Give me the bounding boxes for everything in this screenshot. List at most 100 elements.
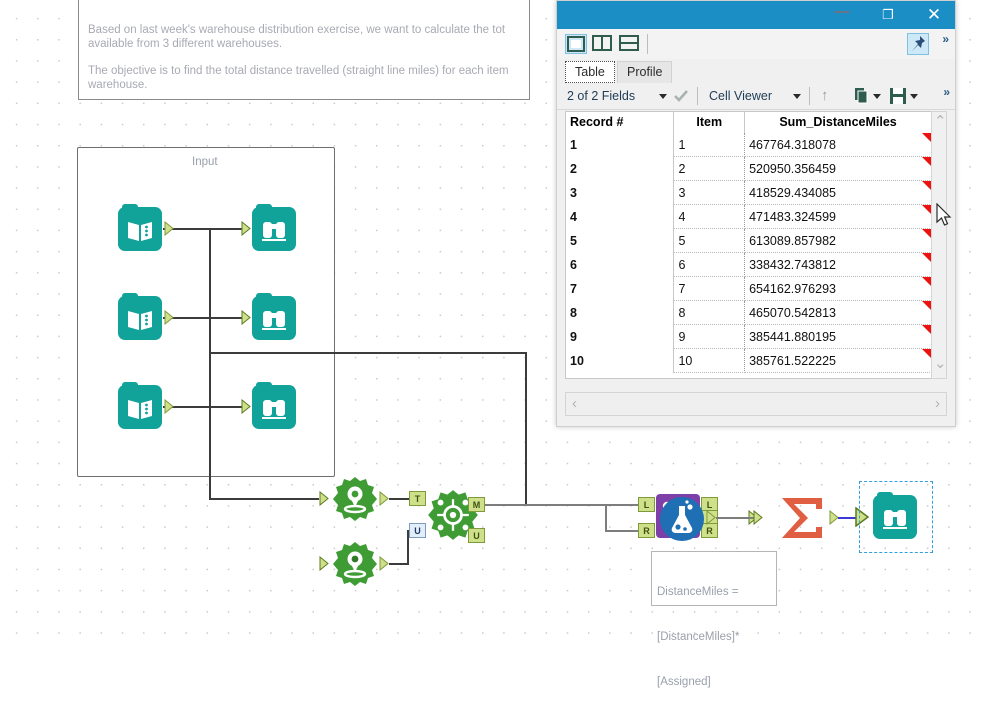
layout-vertical-split-button[interactable] (591, 34, 613, 54)
column-header-record[interactable]: Record # (566, 112, 675, 133)
cell-record[interactable]: 7 (566, 276, 675, 301)
cell-record[interactable]: 1 (566, 133, 675, 157)
cell-item[interactable]: 7 (673, 276, 746, 301)
create-points-tool-2[interactable] (332, 541, 378, 592)
input-data-tool-1-output-anchor[interactable] (164, 221, 175, 236)
cell-item[interactable]: 8 (673, 300, 746, 325)
cell-record[interactable]: 8 (566, 300, 675, 325)
cell-item[interactable]: 6 (673, 252, 746, 277)
table-row[interactable]: 6 6 338432.743812 (566, 252, 932, 277)
fields-selector-label[interactable]: 2 of 2 Fields (567, 83, 635, 109)
tab-table[interactable]: Table (565, 61, 615, 83)
browse-tool-3-input-anchor[interactable] (241, 399, 252, 414)
table-row[interactable]: 3 3 418529.434085 (566, 180, 932, 205)
cell-item[interactable]: 10 (673, 348, 746, 373)
save-caret-icon[interactable] (910, 94, 918, 99)
fields-selector-caret-icon[interactable] (659, 94, 667, 99)
create-points-tool-2-input-anchor[interactable] (319, 556, 330, 571)
cell-sum-distance[interactable]: 613089.857982 (744, 228, 932, 253)
cell-item[interactable]: 4 (673, 204, 746, 229)
cell-item[interactable]: 9 (673, 324, 746, 349)
table-row[interactable]: 8 8 465070.542813 (566, 300, 932, 325)
browse-tool-2-input-anchor[interactable] (241, 310, 252, 325)
formula-tool-icon[interactable] (659, 496, 705, 547)
column-header-item[interactable]: Item (673, 112, 746, 133)
results-window-titlebar[interactable]: — ❐ ✕ (557, 1, 955, 29)
table-row[interactable]: 2 2 520950.356459 (566, 156, 932, 181)
cell-sum-distance[interactable]: 338432.743812 (744, 252, 932, 277)
input-data-tool-3[interactable] (118, 382, 162, 429)
browse-tool-1[interactable] (252, 204, 296, 251)
layout-single-button[interactable] (565, 34, 587, 54)
cell-record[interactable]: 4 (566, 204, 675, 229)
join-input-l[interactable]: L (638, 497, 655, 512)
scroll-up-arrow-icon[interactable]: ⌃ (934, 112, 947, 130)
table-row[interactable]: 10 10 385761.522225 (566, 348, 932, 373)
maximize-button[interactable]: ❐ (865, 1, 911, 29)
results-window[interactable]: — ❐ ✕ » Table Profile 2 of 2 Fields Cell… (556, 0, 956, 427)
input-data-tool-2-output-anchor[interactable] (164, 310, 175, 325)
browse-tool-3[interactable] (252, 382, 296, 429)
table-row[interactable]: 5 5 613089.857982 (566, 228, 932, 253)
iconbar-overflow-button[interactable]: » (942, 32, 949, 46)
cell-sum-distance[interactable]: 385761.522225 (744, 348, 932, 373)
cell-sum-distance[interactable]: 418529.434085 (744, 180, 932, 205)
summarize-tool-input-anchor[interactable] (753, 510, 764, 525)
scroll-right-arrow-icon[interactable]: › (935, 395, 940, 412)
close-button[interactable]: ✕ (911, 1, 957, 29)
input-data-tool-3-output-anchor[interactable] (164, 399, 175, 414)
copy-icon[interactable] (853, 87, 871, 105)
browse-tool-final[interactable] (873, 492, 917, 539)
create-points-tool-1-input-anchor[interactable] (319, 491, 330, 506)
cell-record[interactable]: 9 (566, 324, 675, 349)
cell-record[interactable]: 2 (566, 156, 675, 181)
find-nearest-output-m[interactable]: M (468, 497, 485, 512)
checkmark-icon[interactable] (673, 89, 689, 103)
cell-viewer-caret-icon[interactable] (793, 94, 801, 99)
cell-item[interactable]: 3 (673, 180, 746, 205)
minimize-button[interactable]: — (819, 1, 865, 29)
toolbar-overflow-button[interactable]: » (943, 85, 950, 99)
cell-item[interactable]: 2 (673, 156, 746, 181)
find-nearest-input-u[interactable]: U (409, 523, 426, 538)
summarize-tool[interactable] (778, 495, 826, 546)
find-nearest-input-t[interactable]: T (409, 491, 426, 506)
browse-tool-2[interactable] (252, 293, 296, 340)
browse-tool-1-input-anchor[interactable] (241, 221, 252, 236)
copy-caret-icon[interactable] (873, 94, 881, 99)
cell-record[interactable]: 3 (566, 180, 675, 205)
results-table[interactable]: Record # Item Sum_DistanceMiles 1 1 467764… (565, 111, 933, 379)
tab-profile[interactable]: Profile (617, 61, 673, 83)
pin-button[interactable] (907, 33, 929, 55)
tool-container-input[interactable] (77, 147, 335, 477)
cell-sum-distance[interactable]: 654162.976293 (744, 276, 932, 301)
column-header-sum-distance[interactable]: Sum_DistanceMiles (744, 112, 932, 133)
cell-sum-distance[interactable]: 385441.880195 (744, 324, 932, 349)
find-nearest-output-u[interactable]: U (468, 528, 485, 543)
cell-sum-distance[interactable]: 471483.324599 (744, 204, 932, 229)
cell-record[interactable]: 6 (566, 252, 675, 277)
table-row[interactable]: 1 1 467764.318078 (566, 133, 932, 157)
vertical-scrollbar[interactable]: ⌃ ⌄ (931, 111, 947, 379)
cell-record[interactable]: 10 (566, 348, 675, 373)
cell-sum-distance[interactable]: 467764.318078 (744, 133, 932, 157)
table-row[interactable]: 4 4 471483.324599 (566, 204, 932, 229)
join-input-r[interactable]: R (638, 523, 655, 538)
input-data-tool-1[interactable] (118, 204, 162, 251)
input-data-tool-2[interactable] (118, 293, 162, 340)
save-icon[interactable] (889, 87, 907, 105)
table-row[interactable]: 7 7 654162.976293 (566, 276, 932, 301)
scroll-down-arrow-icon[interactable]: ⌄ (934, 354, 947, 372)
scroll-left-arrow-icon[interactable]: ‹ (572, 395, 577, 412)
cell-viewer-label[interactable]: Cell Viewer (709, 83, 772, 109)
create-points-tool-1[interactable] (332, 476, 378, 527)
cell-sum-distance[interactable]: 520950.356459 (744, 156, 932, 181)
layout-horizontal-split-button[interactable] (618, 34, 640, 54)
cell-item[interactable]: 1 (673, 133, 746, 157)
sort-up-button[interactable]: ↑ (821, 83, 829, 109)
cell-sum-distance[interactable]: 465070.542813 (744, 300, 932, 325)
cell-item[interactable]: 5 (673, 228, 746, 253)
horizontal-scrollbar[interactable]: ‹ › (565, 392, 947, 416)
table-row[interactable]: 9 9 385441.880195 (566, 324, 932, 349)
cell-record[interactable]: 5 (566, 228, 675, 253)
